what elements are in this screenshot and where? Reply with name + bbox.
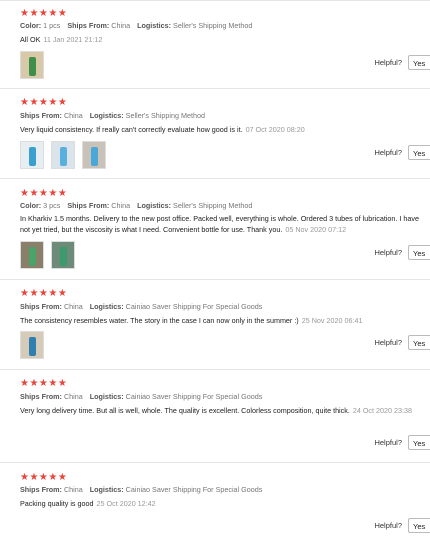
review-meta: Ships From: China Logistics: Cainiao Save… — [20, 485, 262, 495]
review-separator — [0, 178, 430, 179]
logistics-label: Logistics: — [89, 392, 124, 401]
review-date: 24 Oct 2020 23:38 — [352, 406, 412, 415]
review-date: 11 Jan 2021 21:12 — [43, 35, 103, 44]
review-photo[interactable] — [51, 141, 75, 169]
logistics-value: Cainiao Saver Shipping For Special Goods — [125, 392, 263, 401]
color-label: Color: — [20, 21, 42, 30]
ships-from-value: China — [63, 111, 83, 120]
review-text: In Kharkiv 1.5 months. Delivery to the n… — [20, 214, 430, 235]
logistics-value: Cainiao Saver Shipping For Special Goods — [125, 485, 263, 494]
helpful-label: Helpful? — [374, 248, 402, 257]
helpful-label: Helpful? — [374, 148, 402, 157]
helpful-vote: Helpful? Yes — [374, 55, 430, 70]
star-rating: ★★★★★ — [20, 97, 68, 108]
ships-from-label: Ships From: — [20, 111, 62, 120]
helpful-yes-button[interactable]: Yes — [408, 145, 430, 160]
review-photo[interactable] — [20, 51, 44, 79]
review-body: In Kharkiv 1.5 months. Delivery to the n… — [20, 214, 419, 234]
review-photo[interactable] — [20, 141, 44, 169]
review-separator — [0, 88, 430, 89]
review-date: 25 Nov 2020 06:41 — [301, 316, 363, 325]
review-body: All OK — [20, 35, 41, 44]
logistics-value: Seller's Shipping Method — [173, 201, 253, 210]
review-text: The consistency resembles water. The sto… — [20, 316, 430, 327]
ships-from-label: Ships From: — [67, 21, 110, 30]
review-meta: Ships From: China Logistics: Cainiao Save… — [20, 392, 262, 402]
ships-from-value: China — [111, 21, 131, 30]
review-photos — [20, 331, 44, 359]
logistics-value: Seller's Shipping Method — [125, 111, 205, 120]
review-date: 25 Oct 2020 12:42 — [96, 499, 156, 508]
ships-from-label: Ships From: — [20, 485, 62, 494]
logistics-value: Cainiao Saver Shipping For Special Goods — [125, 302, 263, 311]
ships-from-value: China — [63, 485, 83, 494]
review-text: Very liquid consistency. If really can't… — [20, 125, 430, 136]
helpful-vote: Helpful? Yes — [374, 245, 430, 260]
logistics-value: Seller's Shipping Method — [173, 21, 253, 30]
helpful-label: Helpful? — [374, 521, 402, 530]
logistics-label: Logistics: — [89, 485, 124, 494]
helpful-label: Helpful? — [374, 438, 402, 447]
helpful-vote: Helpful? Yes — [374, 518, 430, 533]
review-text: All OK 11 Jan 2021 21:12 — [20, 35, 430, 46]
helpful-yes-button[interactable]: Yes — [408, 435, 430, 450]
star-rating: ★★★★★ — [20, 8, 68, 19]
review-text: Packing quality is good 25 Oct 2020 12:42 — [20, 499, 430, 510]
helpful-yes-button[interactable]: Yes — [408, 518, 430, 533]
helpful-vote: Helpful? Yes — [374, 145, 430, 160]
review-date: 05 Nov 2020 07:12 — [285, 224, 347, 234]
review-photo[interactable] — [82, 141, 106, 169]
review-body: Packing quality is good — [20, 499, 94, 508]
review-separator — [0, 279, 430, 280]
review-photo[interactable] — [51, 241, 75, 269]
review-date: 07 Oct 2020 08:20 — [245, 125, 305, 134]
star-rating: ★★★★★ — [20, 472, 68, 483]
review-meta: Color: 3 pcs Ships From: China Logistics: … — [20, 201, 252, 211]
ships-from-value: China — [63, 392, 83, 401]
logistics-label: Logistics: — [137, 21, 172, 30]
helpful-vote: Helpful? Yes — [374, 335, 430, 350]
review-text: Very long delivery time. But all is well… — [20, 406, 430, 417]
color-value: 3 pcs — [43, 201, 61, 210]
review-separator — [0, 462, 430, 463]
review-separator — [0, 369, 430, 370]
star-rating: ★★★★★ — [20, 378, 68, 389]
review-body: The consistency resembles water. The sto… — [20, 316, 299, 325]
ships-from-label: Ships From: — [67, 201, 110, 210]
review-body: Very long delivery time. But all is well… — [20, 406, 350, 415]
ships-from-value: China — [63, 302, 83, 311]
ships-from-label: Ships From: — [20, 302, 62, 311]
review-top-border — [0, 0, 430, 1]
review-meta: Ships From: China Logistics: Seller's Shi… — [20, 111, 205, 121]
logistics-label: Logistics: — [89, 111, 124, 120]
star-rating: ★★★★★ — [20, 288, 68, 299]
review-photo[interactable] — [20, 331, 44, 359]
ships-from-label: Ships From: — [20, 392, 62, 401]
review-photos — [20, 141, 106, 169]
helpful-label: Helpful? — [374, 338, 402, 347]
color-label: Color: — [20, 201, 42, 210]
review-photo[interactable] — [20, 241, 44, 269]
logistics-label: Logistics: — [137, 201, 172, 210]
review-body: Very liquid consistency. If really can't… — [20, 125, 243, 134]
review-meta: Color: 1 pcs Ships From: China Logistics: … — [20, 21, 252, 31]
ships-from-value: China — [111, 201, 131, 210]
review-photos — [20, 241, 75, 269]
helpful-yes-button[interactable]: Yes — [408, 245, 430, 260]
helpful-vote: Helpful? Yes — [374, 435, 430, 450]
color-value: 1 pcs — [43, 21, 61, 30]
logistics-label: Logistics: — [89, 302, 124, 311]
review-meta: Ships From: China Logistics: Cainiao Save… — [20, 302, 262, 312]
review-photos — [20, 51, 44, 79]
helpful-label: Helpful? — [374, 58, 402, 67]
star-rating: ★★★★★ — [20, 188, 68, 199]
helpful-yes-button[interactable]: Yes — [408, 55, 430, 70]
helpful-yes-button[interactable]: Yes — [408, 335, 430, 350]
